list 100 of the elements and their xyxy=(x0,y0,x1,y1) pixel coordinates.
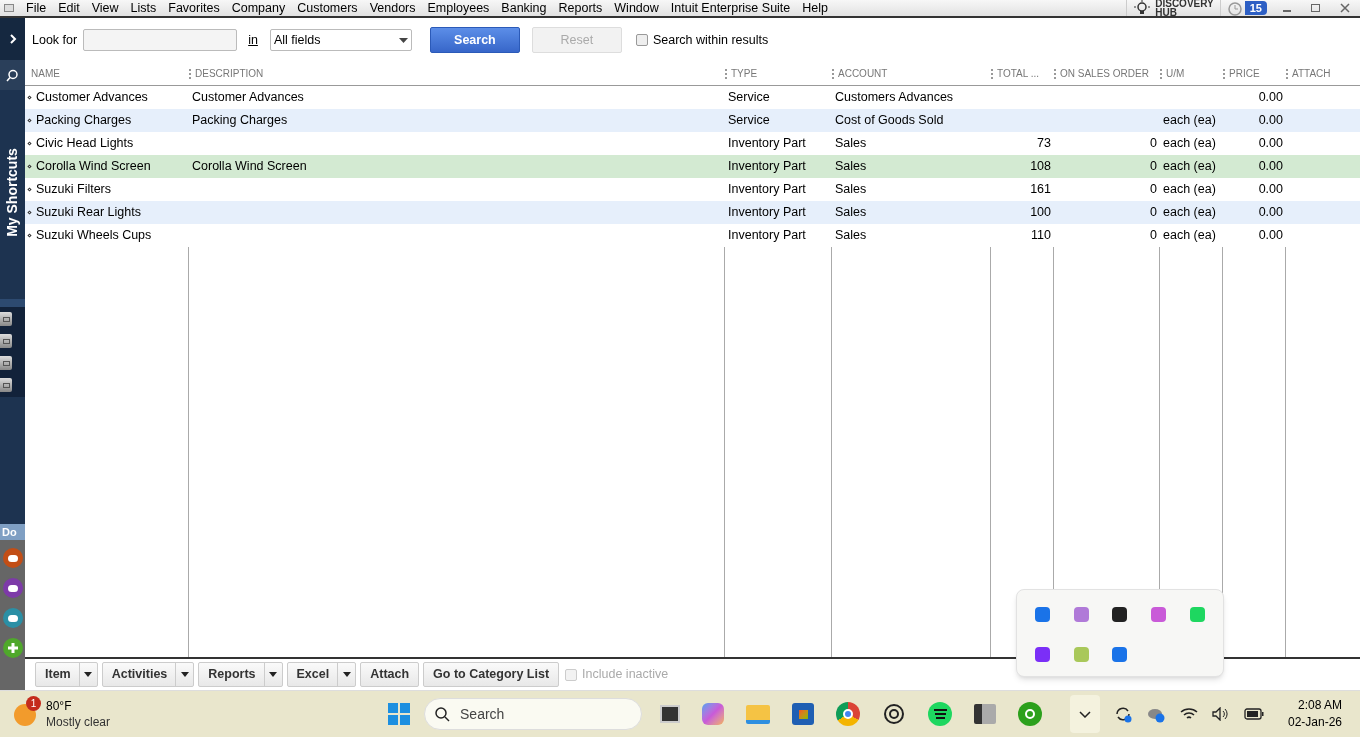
folder-icon[interactable] xyxy=(746,704,770,724)
tray-expand-button[interactable] xyxy=(1069,695,1100,733)
menu-item[interactable]: Reports xyxy=(552,0,609,18)
menu-item[interactable]: Help xyxy=(796,0,834,18)
menu-item[interactable]: Intuit Enterprise Suite xyxy=(664,0,797,18)
table-cell-text: 0 xyxy=(1150,181,1157,199)
chrome-icon[interactable] xyxy=(836,702,860,726)
search-icon xyxy=(435,706,450,722)
add-icon[interactable] xyxy=(2,638,23,658)
column-header[interactable]: ATTACH xyxy=(1292,66,1331,81)
table-cell-text: 110 xyxy=(1031,227,1051,245)
taskbar-search-field[interactable]: Search xyxy=(424,698,642,730)
table-cell-text: Sales xyxy=(835,158,867,176)
menu-item[interactable]: Banking xyxy=(495,0,553,18)
table-cell-text: 0 xyxy=(1150,227,1157,245)
chevron-right-icon xyxy=(8,34,17,44)
windows-start-icon[interactable] xyxy=(388,703,410,725)
search-button[interactable] xyxy=(0,60,25,90)
column-header[interactable]: ON SALES ORDER xyxy=(1060,66,1149,81)
menu-item[interactable]: Lists xyxy=(124,0,163,18)
table-cell-text: 100 xyxy=(1030,204,1051,222)
table-cell-text: 0.00 xyxy=(1258,89,1283,107)
table-cell-text: Customer Advances xyxy=(192,89,304,107)
temperature-label[interactable]: 80°F xyxy=(46,698,110,714)
sidebar-title[interactable]: My Shortcuts xyxy=(2,148,23,237)
search-within-checkbox[interactable] xyxy=(635,34,648,46)
menu-item[interactable]: Edit xyxy=(52,0,86,18)
lightbulb-icon[interactable] xyxy=(1133,0,1152,16)
look-for-field[interactable] xyxy=(83,29,238,51)
table-cell-text: 0.00 xyxy=(1258,204,1283,222)
table-cell-text: Packing Charges xyxy=(192,112,288,130)
close-icon[interactable] xyxy=(1340,3,1350,13)
table-cell-text: Sales xyxy=(835,135,867,153)
volume-icon[interactable] xyxy=(1211,707,1230,721)
menu-item[interactable]: Vendors xyxy=(363,0,422,18)
caret-icon xyxy=(84,672,93,677)
menu-item[interactable]: Customers xyxy=(291,0,364,18)
table-cell-text: 0.00 xyxy=(1258,227,1283,245)
menu-item[interactable]: View xyxy=(85,0,125,18)
column-header[interactable]: TYPE xyxy=(731,66,758,81)
look-for-label: Look for xyxy=(32,31,78,49)
table-cell-text: Inventory Part xyxy=(728,181,806,199)
table-cell-text: 73 xyxy=(1037,135,1051,153)
column-header[interactable]: TOTAL ... xyxy=(997,66,1040,81)
table-cell-text: Corolla Wind Screen xyxy=(192,158,307,176)
reminders-badge[interactable]: 15 xyxy=(1244,1,1267,15)
table-cell-text: Inventory Part xyxy=(728,158,806,176)
table-row[interactable]: Suzuki Rear Lights Inventory Part Sales 100 0 each (ea) 0.00 xyxy=(25,201,1360,224)
sync-icon[interactable] xyxy=(1113,705,1132,723)
menu-item[interactable]: Window xyxy=(608,0,665,18)
restore-icon[interactable] xyxy=(1311,4,1320,12)
column-header[interactable]: PRICE xyxy=(1229,66,1260,81)
column-header[interactable]: NAME xyxy=(25,66,60,81)
menu-item[interactable]: File xyxy=(20,0,53,18)
table-cell-text: 0.00 xyxy=(1258,158,1283,176)
in-label: in xyxy=(248,31,258,49)
clock-time[interactable]: 2:08 AM xyxy=(1297,697,1342,714)
battery-icon[interactable] xyxy=(1243,708,1264,720)
table-cell-text: Inventory Part xyxy=(728,135,806,153)
chevron-down-icon xyxy=(1078,710,1091,718)
menu-item[interactable]: Employees xyxy=(421,0,496,18)
table-cell-text: Packing Charges xyxy=(36,112,132,130)
column-header[interactable]: ACCOUNT xyxy=(838,66,888,81)
table-cell-text: Suzuki Filters xyxy=(36,181,112,199)
table-cell-text: 0.00 xyxy=(1258,181,1283,199)
menu-item[interactable]: Favorites xyxy=(162,0,226,18)
table-cell-text: Sales xyxy=(835,204,867,222)
table-cell-text: each (ea) xyxy=(1163,227,1216,245)
column-header[interactable]: DESCRIPTION xyxy=(195,66,264,81)
table-cell-text: Inventory Part xyxy=(728,204,806,222)
sidebar-splitter-handle[interactable] xyxy=(0,299,25,307)
toolbar-button[interactable]: Go to Category List xyxy=(424,663,559,686)
clock-date[interactable]: 02-Jan-26 xyxy=(1287,714,1342,731)
task-view-icon[interactable] xyxy=(660,705,680,723)
app-icon[interactable] xyxy=(4,4,14,12)
notification-badge: 1 xyxy=(26,696,41,711)
search-button[interactable]: Search xyxy=(429,27,520,53)
search-icon xyxy=(6,68,19,82)
discovery-hub-label[interactable]: DISCOVERY HUB xyxy=(1155,0,1214,17)
table-cell-text: 0 xyxy=(1150,135,1157,153)
table-cell-text: each (ea) xyxy=(1163,181,1216,199)
table-cell-text: Customers Advances xyxy=(835,89,954,107)
wifi-icon[interactable] xyxy=(1179,707,1198,721)
column-header[interactable]: U/M xyxy=(1166,66,1185,81)
table-cell-text: Sales xyxy=(835,227,867,245)
field-select[interactable]: All fields xyxy=(269,29,412,51)
table-row[interactable]: Corolla Wind Screen Corolla Wind Screen Inventory Part Sales 108 0 each (ea) 0.00 xyxy=(25,155,1360,178)
menu-item[interactable]: Company xyxy=(225,0,292,18)
toolbar-button[interactable]: Attach xyxy=(361,663,419,686)
include-inactive-label: Include inactive xyxy=(582,666,669,684)
alarm-clock-icon[interactable] xyxy=(1226,0,1243,16)
expand-button[interactable] xyxy=(0,18,25,60)
table-cell-text: 0 xyxy=(1150,158,1157,176)
table-cell-text: Corolla Wind Screen xyxy=(36,158,151,176)
caret-icon xyxy=(269,672,278,677)
table-cell-text: Suzuki Rear Lights xyxy=(36,204,141,222)
weather-condition[interactable]: Mostly clear xyxy=(46,714,110,730)
store-icon[interactable] xyxy=(792,703,814,725)
table-row[interactable]: Packing Charges Packing Charges Service Cost of Goods Sold each (ea) 0.00 xyxy=(25,109,1360,132)
table-cell-text: 0.00 xyxy=(1258,135,1283,153)
